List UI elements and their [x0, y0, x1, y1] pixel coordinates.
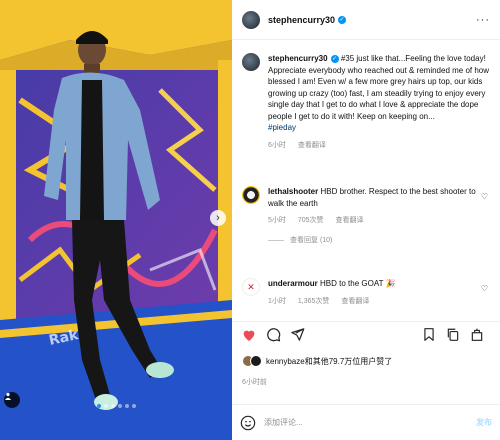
- carousel-dot: [124, 404, 129, 408]
- chevron-right-icon: ›: [216, 212, 220, 224]
- caption-avatar[interactable]: [242, 53, 260, 71]
- comment-meta: 1小时 1,365次赞 查看翻译: [268, 296, 492, 308]
- comment-translate-link[interactable]: 查看翻译: [341, 298, 369, 305]
- person-icon: [5, 392, 11, 400]
- comment-time: 5小时: [268, 217, 286, 224]
- caption-time: 6小时: [268, 141, 286, 149]
- post-caption: stephencurry30 ✓ #35 just like that...Fee…: [242, 53, 492, 151]
- action-bar: [232, 321, 500, 347]
- comment-time: 1小时: [268, 297, 286, 305]
- verified-badge-icon: ✓: [330, 54, 339, 63]
- likes-text[interactable]: kennybaze和其他79.7万位用户赞了: [266, 356, 392, 367]
- heart-icon[interactable]: [240, 326, 258, 344]
- comment-icon[interactable]: [264, 326, 282, 344]
- add-comment-bar: 添加评论... 发布: [232, 404, 500, 440]
- share-icon[interactable]: [288, 326, 306, 344]
- comment-item: lethalshooter HBD brother. Respect to th…: [242, 186, 492, 246]
- replies-divider: [268, 239, 284, 241]
- post-image[interactable]: Rak ›: [0, 0, 232, 440]
- comment-username[interactable]: underarmour: [268, 279, 318, 288]
- view-replies-button[interactable]: 查看回复 (10): [268, 235, 492, 247]
- post-timestamp: 6小时前: [242, 379, 267, 386]
- verified-badge-icon: ✓: [338, 16, 347, 25]
- caption-translate-link[interactable]: 查看翻译: [298, 142, 326, 149]
- comment-like-heart-icon[interactable]: ♡: [481, 284, 488, 293]
- carousel-dot: [96, 404, 101, 408]
- post-comment-button[interactable]: 发布: [476, 417, 492, 428]
- emoji-icon[interactable]: [240, 415, 256, 431]
- post-photo: Rak: [0, 0, 232, 440]
- carousel-indicator: [0, 404, 232, 408]
- caption-hashtag[interactable]: #pieday: [268, 123, 296, 132]
- comment-item: ✕ underarmour HBD to the GOAT 🎉 1小时 1,36…: [242, 278, 492, 307]
- post-header: stephencurry30 ✓ ···: [232, 0, 500, 40]
- carousel-dot: [110, 404, 115, 408]
- comment-input[interactable]: 添加评论...: [264, 417, 476, 428]
- bookmark-icon[interactable]: [420, 326, 438, 344]
- post-details-panel: stephencurry30 ✓ ··· stephencurry30 ✓ #35 …: [232, 0, 500, 440]
- caption-meta: 6小时 查看翻译: [268, 140, 492, 152]
- comment-text: HBD to the GOAT 🎉: [320, 279, 396, 288]
- comment-meta: 5小时 705次赞 查看翻译: [268, 215, 492, 227]
- carousel-dot: [131, 404, 136, 408]
- comment-like-heart-icon[interactable]: ♡: [481, 192, 488, 201]
- author-username-text[interactable]: stephencurry30: [268, 15, 335, 25]
- carousel-dot: [117, 404, 122, 408]
- comment-likes[interactable]: 1,365次赞: [298, 298, 330, 305]
- comment-likes[interactable]: 705次赞: [298, 217, 324, 224]
- comment-translate-link[interactable]: 查看翻译: [336, 217, 364, 224]
- caption-username[interactable]: stephencurry30: [268, 54, 328, 63]
- next-slide-button[interactable]: ›: [210, 210, 226, 226]
- copy-icon[interactable]: [444, 326, 462, 344]
- likes-summary[interactable]: kennybaze和其他79.7万位用户赞了: [242, 355, 392, 367]
- caption-text: #35 just like that...Feeling the love to…: [268, 54, 490, 121]
- more-options-icon[interactable]: ···: [476, 14, 490, 26]
- author-username[interactable]: stephencurry30 ✓: [268, 15, 347, 25]
- liker-avatar: [250, 355, 262, 367]
- comment-avatar[interactable]: [242, 186, 260, 204]
- comment-username[interactable]: lethalshooter: [268, 187, 318, 196]
- rewards-icon[interactable]: [468, 326, 486, 344]
- view-replies-label[interactable]: 查看回复 (10): [290, 235, 332, 247]
- brand-logo-icon: ✕: [247, 281, 255, 292]
- carousel-dot: [103, 404, 108, 408]
- author-avatar[interactable]: [242, 10, 260, 29]
- comment-avatar[interactable]: ✕: [242, 278, 260, 296]
